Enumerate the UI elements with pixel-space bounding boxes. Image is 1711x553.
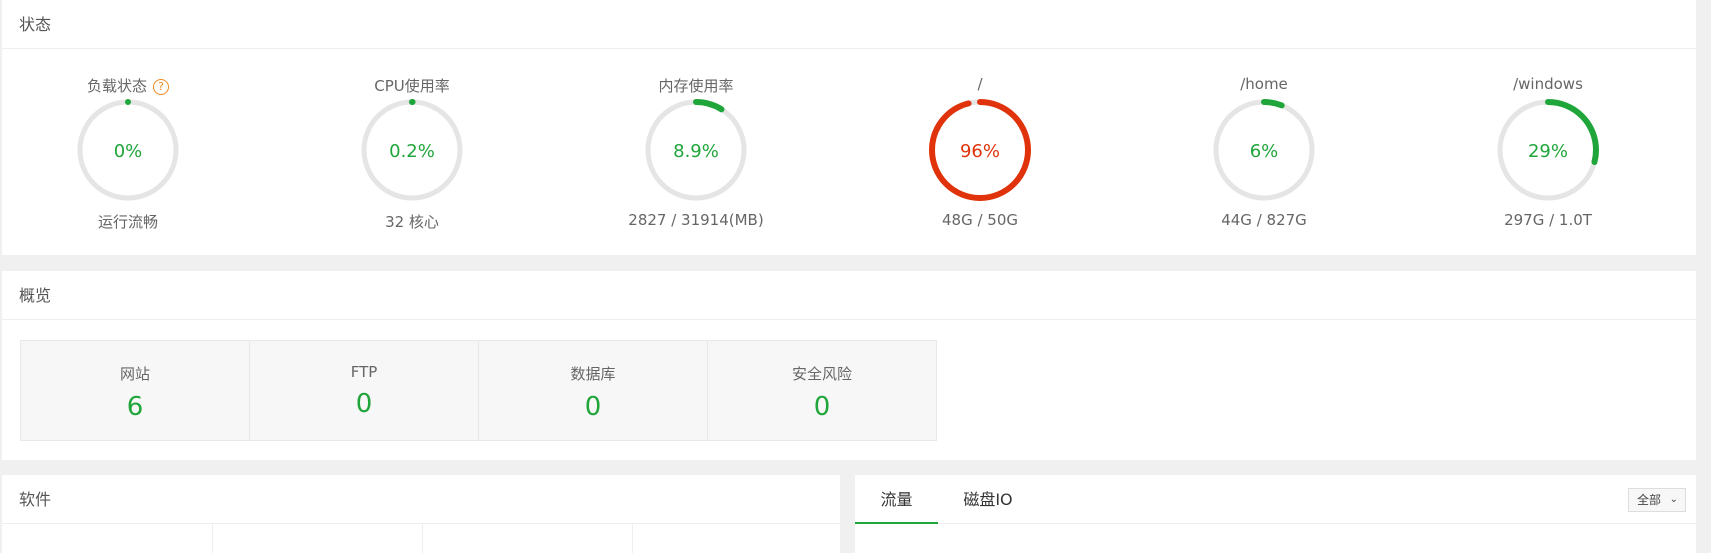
software-slot[interactable] [213,524,423,553]
gauge-1: CPU使用率 0.2% 32 核心 [312,49,512,249]
overview-card-ftp[interactable]: FTP 0 [249,340,479,441]
card-label: 安全风险 [791,365,852,383]
gauge-detail: 32 核心 [385,213,439,231]
help-icon[interactable]: ? [153,79,169,95]
gauge-value: 0% [113,141,143,162]
scope-select-value: 全部 [1637,493,1662,507]
tab-disk-io[interactable]: 磁盘IO [938,475,1038,524]
gauge-2: 内存使用率 8.9% 2827 / 31914(MB) [596,49,796,249]
gauge-3: / 96% 48G / 50G [880,49,1080,249]
gauge-detail: 44G / 827G [1221,211,1307,229]
gauge-title-text: CPU使用率 [374,77,450,95]
gauge-value: 29% [1527,141,1568,162]
gauge-title: 内存使用率 [596,75,796,96]
gauge-title-text: 负载状态 [86,77,147,95]
scope-select[interactable]: 全部 ⌄ [1628,488,1686,512]
gauge-title: /home [1164,75,1364,93]
software-slot[interactable] [423,524,633,553]
card-value[interactable]: 6 [21,392,249,422]
software-title: 软件 [2,475,840,524]
gauge-title-text: / [977,75,983,93]
status-title: 状态 [2,0,1696,49]
gauge-detail: 2827 / 31914(MB) [628,211,764,229]
gauge-value: 8.9% [673,141,719,162]
gauge-detail: 运行流畅 [97,213,158,231]
traffic-tabs: 流量 磁盘IO 全部 ⌄ [855,475,1696,524]
software-slot[interactable] [2,524,213,553]
overview-title: 概览 [2,271,1696,320]
status-panel: 状态 负载状态? 0% 运行流畅 CPU使用率 0.2% 32 核心 内存使用率 8.9% 28… [2,0,1696,255]
card-label: FTP [350,363,378,381]
card-value[interactable]: 0 [479,392,707,422]
overview-panel: 概览 网站 6 FTP 0 数据库 0 安全风险 0 [2,271,1696,460]
gauge-title: /windows [1448,75,1648,93]
gauge-5: /windows 29% 297G / 1.0T [1448,49,1648,249]
gauge-detail: 297G / 1.0T [1504,211,1592,229]
gauge-value: 6% [1249,141,1279,162]
traffic-panel: 流量 磁盘IO 全部 ⌄ [855,475,1696,553]
card-label: 网站 [119,365,150,383]
card-value[interactable]: 0 [250,389,478,419]
tab-traffic[interactable]: 流量 [855,475,938,524]
gauge-0: 负载状态? 0% 运行流畅 [28,49,228,249]
gauge-detail: 48G / 50G [941,211,1018,229]
gauge-title-text: /windows [1513,75,1583,93]
gauge-title-text: 内存使用率 [658,77,734,95]
gauge-value: 96% [959,141,1000,162]
gauge-title: / [880,75,1080,93]
gauge-value: 0.2% [389,141,435,162]
card-value[interactable]: 0 [708,392,936,422]
gauge-title: 负载状态? [28,75,228,96]
overview-card-database[interactable]: 数据库 0 [478,340,708,441]
software-panel: 软件 [2,475,840,553]
gauge-4: /home 6% 44G / 827G [1164,49,1364,249]
gauge-title-text: /home [1240,75,1288,93]
overview-card-security-risk[interactable]: 安全风险 0 [707,340,937,441]
gauge-title: CPU使用率 [312,75,512,96]
overview-card-sites[interactable]: 网站 6 [20,340,250,441]
chevron-down-icon: ⌄ [1669,494,1678,505]
card-label: 数据库 [570,365,616,383]
software-slot[interactable] [633,524,840,553]
